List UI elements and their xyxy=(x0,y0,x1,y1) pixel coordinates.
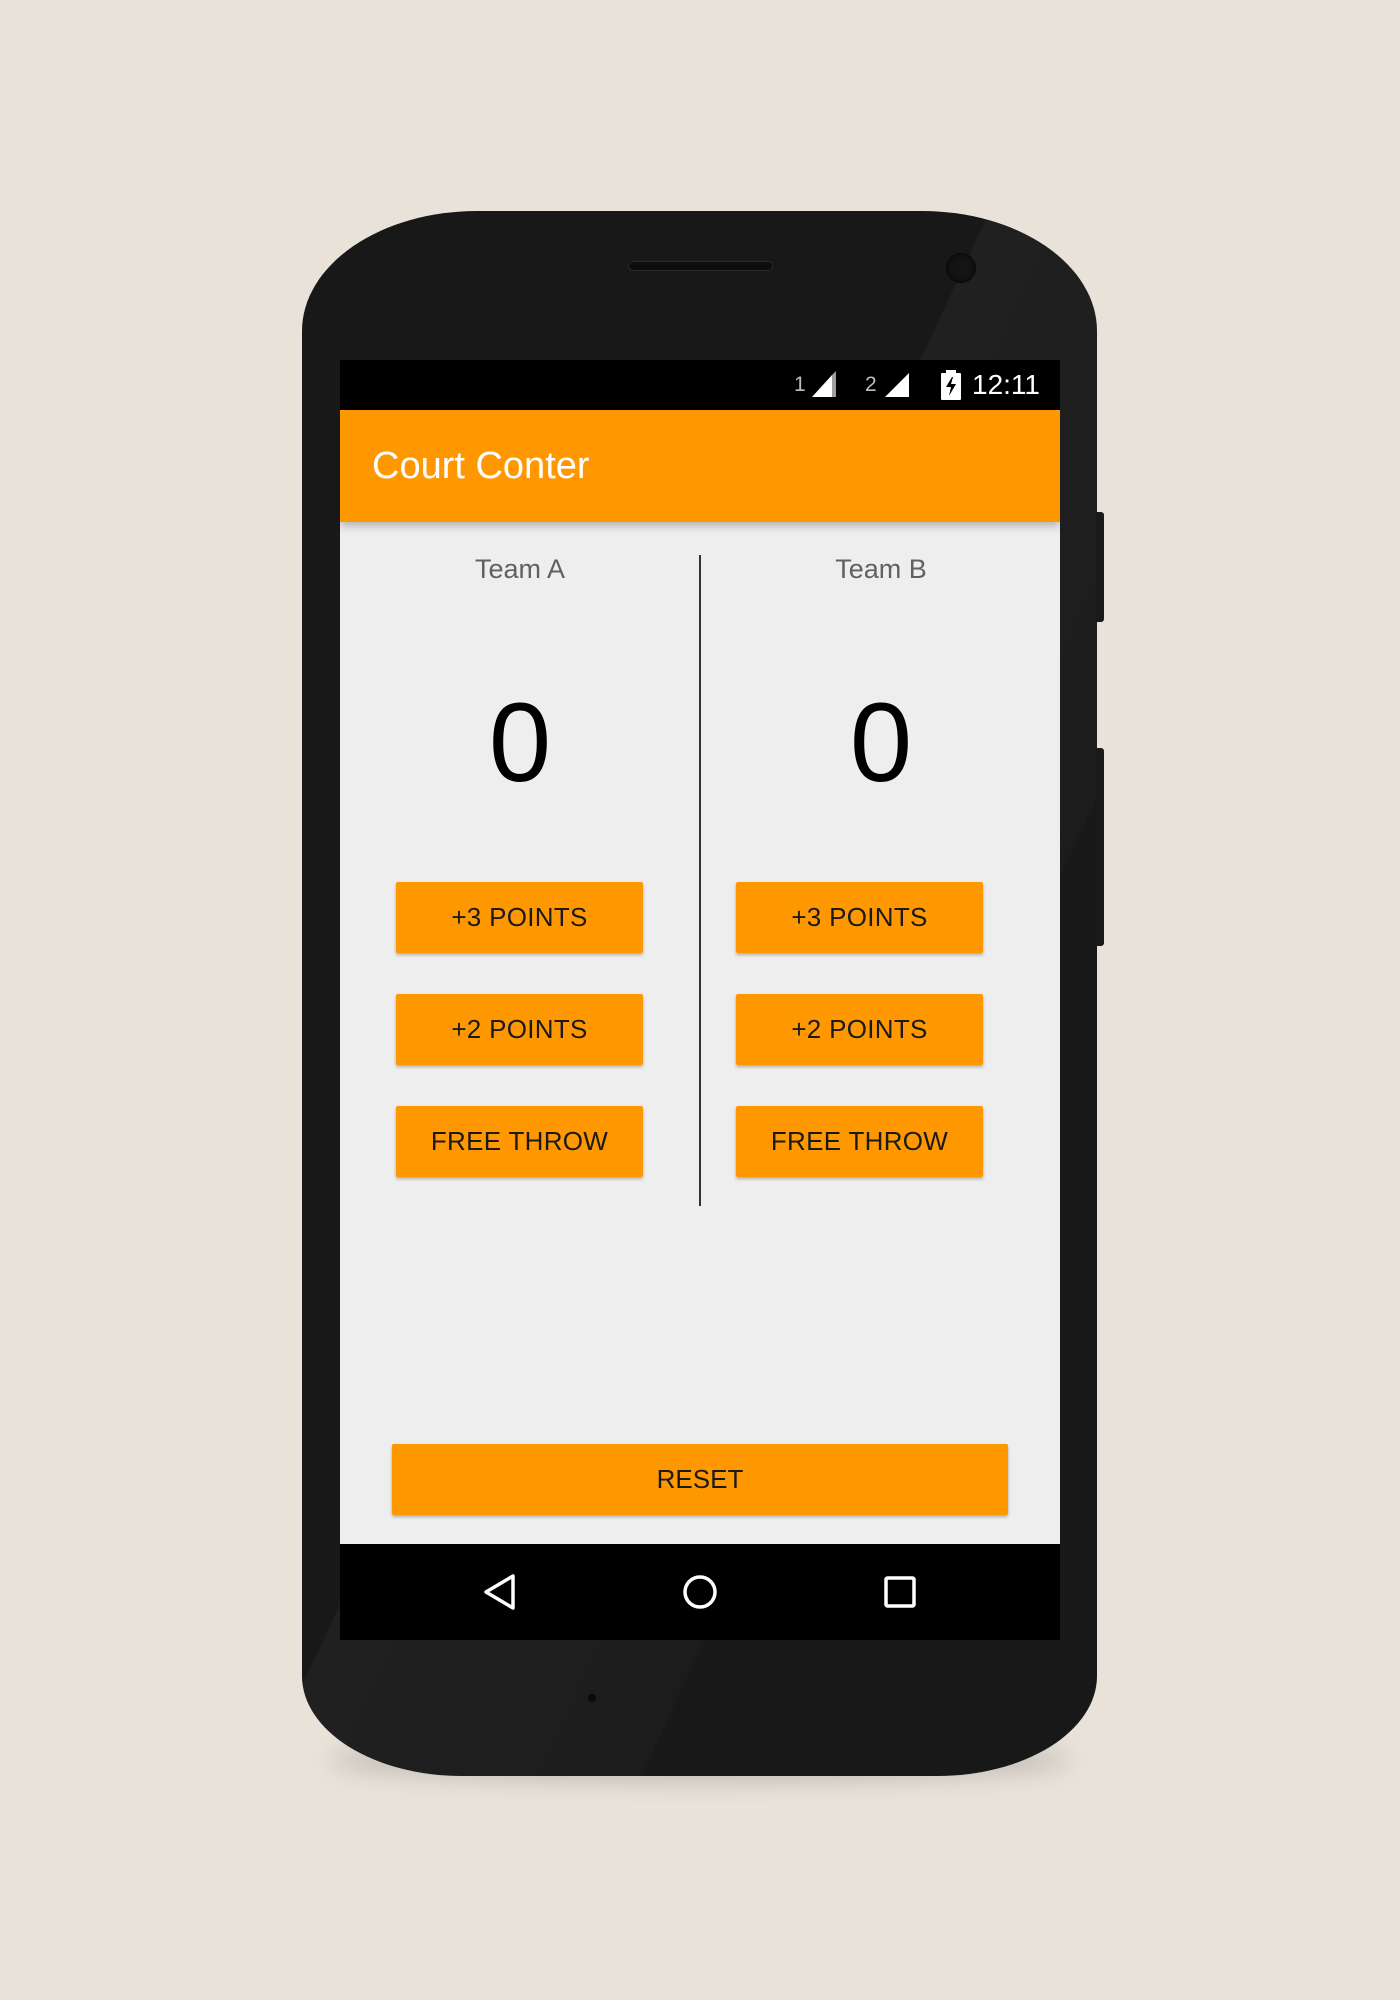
app-bar: Court Conter xyxy=(340,410,1060,522)
reset-button[interactable]: RESET xyxy=(392,1444,1008,1515)
signal-strength-icon xyxy=(812,371,836,397)
status-clock: 12:11 xyxy=(972,369,1040,400)
team-b-panel: Team B 0 +3 POINTS +2 POINTS FREE THROW xyxy=(701,522,1060,1282)
navigation-bar xyxy=(340,1544,1060,1640)
team-b-plus-two-button[interactable]: +2 POINTS xyxy=(736,994,983,1065)
team-b-name: Team B xyxy=(835,554,927,584)
volume-rocker[interactable] xyxy=(1096,748,1104,946)
back-triangle-icon[interactable] xyxy=(475,1567,525,1617)
team-a-name: Team A xyxy=(474,554,566,584)
team-a-panel: Team A 0 +3 POINTS +2 POINTS FREE THROW xyxy=(340,522,700,1282)
sim1-label: 1 xyxy=(794,373,806,396)
app-title: Court Conter xyxy=(372,445,590,487)
phone-screen: 1 2 12:11 Court Conter Team A 0 +3 POINT… xyxy=(340,360,1060,1640)
team-a-score: 0 xyxy=(488,680,552,805)
battery-charging-icon xyxy=(941,370,961,400)
microphone-hole xyxy=(588,1694,596,1702)
signal-strength-icon xyxy=(885,373,909,397)
power-button[interactable] xyxy=(1096,512,1104,622)
team-b-score: 0 xyxy=(849,680,913,805)
status-bar: 1 2 12:11 xyxy=(340,360,1060,410)
team-b-plus-three-button[interactable]: +3 POINTS xyxy=(736,882,983,953)
earpiece-speaker xyxy=(628,261,773,271)
team-a-plus-two-button[interactable]: +2 POINTS xyxy=(396,994,643,1065)
team-a-plus-three-button[interactable]: +3 POINTS xyxy=(396,882,643,953)
front-camera xyxy=(946,253,976,283)
home-circle-icon[interactable] xyxy=(675,1567,725,1617)
sim2-label: 2 xyxy=(865,373,877,396)
team-b-free-throw-button[interactable]: FREE THROW xyxy=(736,1106,983,1177)
recents-square-icon[interactable] xyxy=(875,1567,925,1617)
team-a-free-throw-button[interactable]: FREE THROW xyxy=(396,1106,643,1177)
